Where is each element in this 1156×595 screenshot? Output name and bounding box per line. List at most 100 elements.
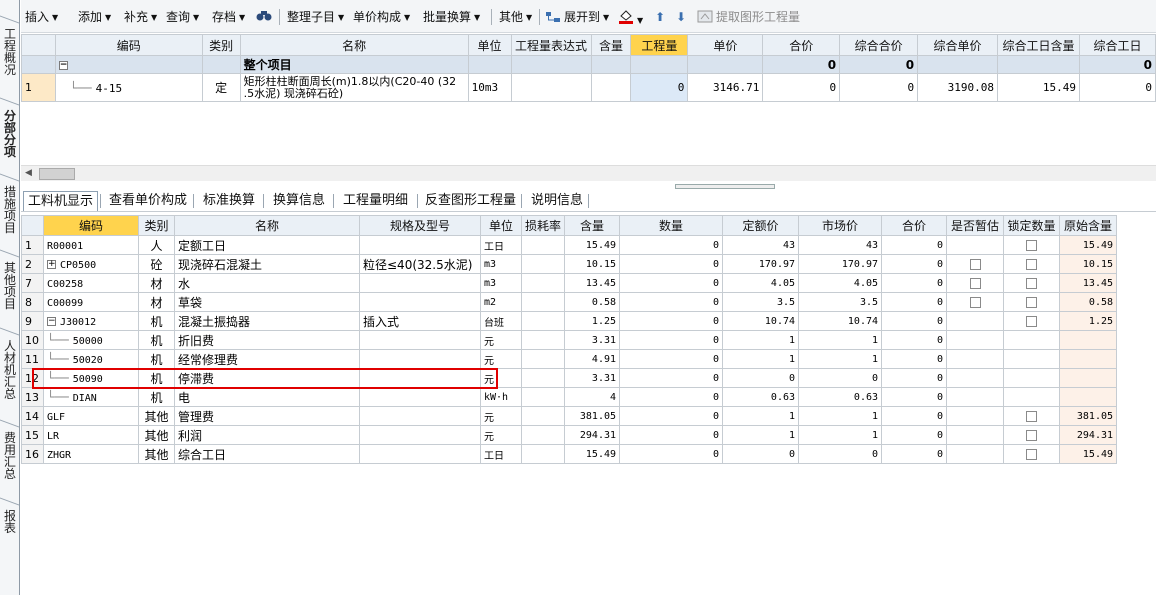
corner-cell[interactable] (21, 34, 56, 56)
resource-market-price[interactable]: 1 (798, 425, 883, 445)
move-up-icon[interactable]: ⬆ (655, 8, 665, 26)
col-comp-total[interactable]: 综合合价 (839, 34, 919, 56)
col-base-price[interactable]: 定额价 (722, 215, 800, 236)
resource-spec[interactable] (359, 387, 481, 407)
horizontal-scrollbar[interactable]: ◀ (21, 165, 1156, 181)
table-row[interactable]: 10 └── 50000 机折旧费元 3.31 0 1 1 0 (21, 330, 1118, 350)
lock-cell[interactable] (1003, 254, 1061, 274)
resource-market-price[interactable]: 170.97 (798, 254, 883, 274)
lock-cell[interactable] (1003, 406, 1061, 426)
resource-base-price[interactable]: 1 (722, 425, 800, 445)
resource-unit[interactable]: 元 (480, 330, 522, 350)
resource-market-price[interactable]: 0.63 (798, 387, 883, 407)
col-content[interactable]: 含量 (564, 215, 621, 236)
resource-loss-rate[interactable] (520, 349, 566, 369)
lock-quantity-checkbox[interactable] (1026, 430, 1038, 441)
tab-conversion-info[interactable]: 换算信息 (269, 191, 329, 211)
organize-menu[interactable]: 整理子目 ▼ (287, 8, 344, 26)
table-row[interactable]: 7 C00258 材水 m3 13.45 0 4.05 4.05 0 13.45 (21, 273, 1118, 293)
tab-standard-conversion[interactable]: 标准换算 (199, 191, 259, 211)
row-number[interactable]: 13 (21, 387, 44, 407)
resource-unit[interactable]: 工日 (480, 235, 522, 255)
resource-content[interactable]: 294.31 (564, 425, 621, 445)
resource-name[interactable]: 管理费 (174, 406, 360, 426)
resource-name[interactable]: 草袋 (174, 292, 360, 312)
resource-code-cell[interactable]: GLF (43, 406, 139, 426)
resource-spec[interactable] (359, 444, 481, 464)
table-row[interactable]: 1 R00001 人定额工日 工日 15.49 0 43 43 0 15.49 (21, 235, 1118, 255)
resource-unit[interactable]: m3 (480, 254, 522, 274)
summary-row[interactable]: − 整个项目 0 0 0 (21, 55, 1156, 74)
resource-quantity[interactable]: 0 (619, 387, 724, 407)
col-comp-workday[interactable]: 综合工日 (1078, 34, 1156, 56)
nav-item-5[interactable]: 费用汇总 (0, 432, 20, 480)
tab-description[interactable]: 说明信息 (527, 191, 587, 211)
row-number[interactable]: 2 (21, 254, 44, 274)
resource-code-cell[interactable]: └── DIAN (43, 387, 139, 407)
resource-base-price[interactable]: 170.97 (722, 254, 800, 274)
resource-code-cell[interactable]: C00258 (43, 273, 139, 293)
resource-quantity[interactable]: 0 (619, 368, 724, 388)
table-row[interactable]: 15 LR 其他 利润元 294.31 0 1 1 0 294.31 (21, 425, 1118, 445)
estimate-cell[interactable] (946, 292, 1005, 312)
row-number[interactable]: 16 (21, 444, 44, 464)
resource-content[interactable]: 15.49 (564, 235, 621, 255)
resource-original-content[interactable] (1059, 368, 1118, 388)
col-is-estimate[interactable]: 是否暂估 (946, 215, 1005, 236)
row-number[interactable]: 8 (21, 292, 44, 312)
tab-reverse-graphic-quantity[interactable]: 反查图形工程量 (421, 191, 520, 211)
resource-code-cell[interactable]: C00099 (43, 292, 139, 312)
resource-unit[interactable]: 元 (480, 349, 522, 369)
resource-quantity[interactable]: 0 (619, 444, 724, 464)
resource-original-content[interactable] (1059, 387, 1118, 407)
resource-content[interactable]: 0.58 (564, 292, 621, 312)
pane-splitter[interactable] (675, 184, 775, 189)
resource-spec[interactable] (359, 349, 481, 369)
resource-loss-rate[interactable] (520, 292, 566, 312)
col-content[interactable]: 含量 (590, 34, 632, 56)
lock-quantity-checkbox[interactable] (1026, 316, 1038, 327)
item-comp-total[interactable]: 0 (839, 73, 919, 102)
resource-loss-rate[interactable] (520, 254, 566, 274)
price-composition-menu[interactable]: 单价构成 ▼ (353, 8, 410, 26)
item-content[interactable] (590, 73, 632, 102)
resource-original-content[interactable]: 294.31 (1059, 425, 1118, 445)
resource-code-cell[interactable]: ZHGR (43, 444, 139, 464)
estimate-checkbox[interactable] (969, 297, 981, 308)
lock-cell[interactable] (1003, 387, 1061, 407)
resource-content[interactable]: 4 (564, 387, 621, 407)
resource-base-price[interactable]: 0 (722, 444, 800, 464)
insert-menu[interactable]: 插入 ▼ (25, 8, 58, 26)
lock-quantity-checkbox[interactable] (1026, 240, 1038, 251)
nav-item-1[interactable]: 分部分项 (0, 110, 20, 158)
col-total-price[interactable]: 合价 (762, 34, 841, 56)
resource-loss-rate[interactable] (520, 406, 566, 426)
tab-unit-price-composition[interactable]: 查看单价构成 (105, 191, 191, 211)
resource-quantity[interactable]: 0 (619, 292, 724, 312)
col-type[interactable]: 类别 (138, 215, 175, 236)
col-original-content[interactable]: 原始含量 (1059, 215, 1118, 236)
resource-base-price[interactable]: 1 (722, 349, 800, 369)
resource-unit[interactable]: kW·h (480, 387, 522, 407)
col-loss-rate[interactable]: 损耗率 (520, 215, 566, 236)
resource-unit[interactable]: 台班 (480, 311, 522, 331)
row-number[interactable]: 10 (21, 330, 44, 350)
table-row[interactable]: 2 + CP0500 砼现浇碎石混凝土 粒径≤40(32.5水泥) m3 10.15 0 170… (21, 254, 1118, 274)
add-menu[interactable]: 添加 ▼ (78, 8, 111, 26)
resource-code-cell[interactable]: + CP0500 (43, 254, 139, 274)
resource-type[interactable]: 机 (138, 349, 175, 369)
resource-unit[interactable]: 工日 (480, 444, 522, 464)
scrollbar-thumb[interactable] (39, 168, 75, 180)
resource-market-price[interactable]: 0 (798, 444, 883, 464)
resource-name[interactable]: 现浇碎石混凝土 (174, 254, 360, 274)
save-menu[interactable]: 存档 ▼ (212, 8, 245, 26)
resource-content[interactable]: 15.49 (564, 444, 621, 464)
resource-content[interactable]: 381.05 (564, 406, 621, 426)
resource-loss-rate[interactable] (520, 330, 566, 350)
resource-loss-rate[interactable] (520, 444, 566, 464)
row-number[interactable]: 14 (21, 406, 44, 426)
resource-code-cell[interactable]: └── 50000 (43, 330, 139, 350)
resource-loss-rate[interactable] (520, 273, 566, 293)
lock-cell[interactable] (1003, 273, 1061, 293)
lock-cell[interactable] (1003, 368, 1061, 388)
